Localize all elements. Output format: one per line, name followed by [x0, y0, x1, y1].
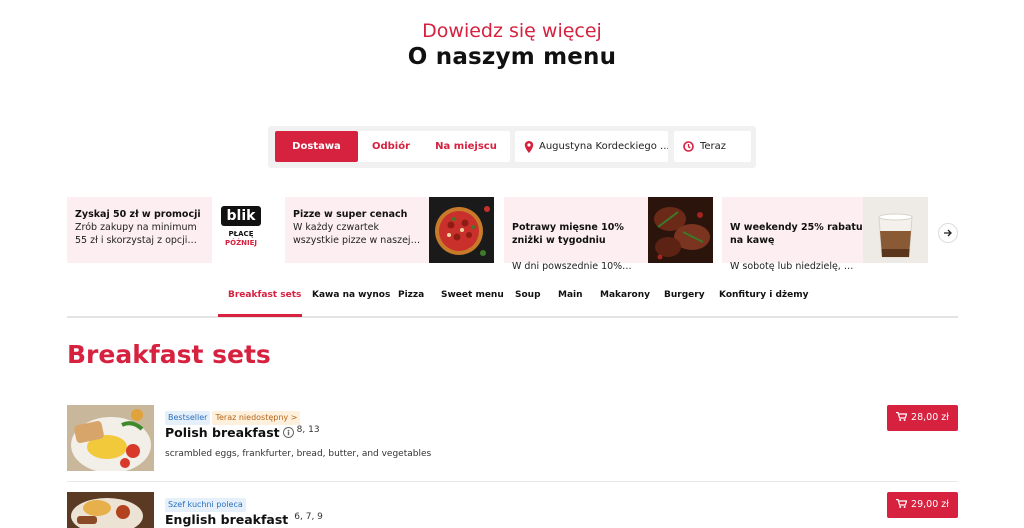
pizza-photo [429, 197, 494, 263]
dish-item[interactable]: Szef kuchni poleca English breakfast 6, 7… [67, 492, 958, 528]
promo-desc: Zrób zakupy na minimum 55 zł i skorzysta… [75, 222, 197, 246]
category-nav: Breakfast sets Kawa na wynos Pizza Sweet… [67, 284, 958, 318]
promo-card-blik[interactable]: Zyskaj 50 zł w promocji Zrób zakupy na m… [67, 197, 277, 263]
category-tab-makarony[interactable]: Makarony [600, 290, 650, 300]
promo-next-button[interactable] [938, 223, 958, 243]
dish-allergens: 6, 7, 9 [294, 512, 323, 522]
bestseller-badge: Bestseller [165, 411, 211, 425]
address-selector[interactable]: Augustyna Kordeckiego ... [515, 131, 668, 162]
promo-desc: W sobotę lub niedzielę, … [730, 261, 854, 272]
dish-description: scrambled eggs, frankfurter, bread, butt… [165, 449, 432, 459]
promo-card-coffee[interactable]: W weekendy 25% rabatu na kawę W sobotę l… [722, 197, 928, 272]
pizza-image [435, 206, 490, 256]
promo-title: Pizze w super cenach [293, 209, 408, 220]
dish-badges: Szef kuchni poleca [165, 492, 248, 512]
category-tab-sweet-menu[interactable]: Sweet menu [441, 290, 504, 300]
section-title: Breakfast sets [67, 340, 271, 369]
blik-logo: blik PŁACĘ PÓŹNIEJ [212, 197, 277, 263]
meat-image [654, 207, 710, 260]
category-tab-main[interactable]: Main [558, 290, 583, 300]
clock-icon [683, 141, 694, 152]
blik-logo-mark: blik [221, 206, 261, 226]
dish-photo [67, 405, 154, 471]
active-category-indicator [218, 314, 302, 317]
time-selector[interactable]: Teraz [674, 131, 751, 162]
dish-photo [67, 492, 154, 528]
category-tab-breakfast-sets[interactable]: Breakfast sets [228, 290, 301, 300]
promo-card-pizza[interactable]: Pizze w super cenach W każdy czwartek ws… [285, 197, 494, 263]
category-tab-konfitury[interactable]: Konfitury i dżemy [719, 290, 808, 300]
promo-title: Zyskaj 50 zł w promocji [75, 209, 201, 220]
promo-card-meat[interactable]: Potrawy mięsne 10% zniżki w tygodniu W d… [504, 197, 713, 272]
promo-desc: W każdy czwartek wszystkie pizze w nasze… [293, 222, 421, 246]
dish-name: Polish breakfast [165, 425, 280, 440]
mode-delivery-button[interactable]: Dostawa [275, 131, 358, 162]
dish-price: 28,00 zł [911, 412, 949, 423]
promo-title: Potrawy mięsne 10% zniżki w tygodniu [512, 222, 624, 246]
category-tab-kawa-na-wynos[interactable]: Kawa na wynos [312, 290, 390, 300]
time-value: Teraz [700, 141, 727, 152]
category-tab-pizza[interactable]: Pizza [398, 290, 424, 300]
add-to-cart-button[interactable]: 29,00 zł [887, 492, 958, 518]
dish-name: English breakfast [165, 512, 289, 527]
english-breakfast-image [67, 492, 154, 528]
chef-recommends-badge: Szef kuchni poleca [165, 498, 246, 512]
category-tab-burgery[interactable]: Burgery [664, 290, 705, 300]
promo-desc: W dni powszednie 10%… [512, 261, 632, 272]
cart-icon [896, 499, 908, 508]
coffee-photo [863, 197, 928, 263]
section-eyebrow: Dowiedz się więcej [422, 20, 602, 42]
dish-price: 29,00 zł [911, 499, 949, 510]
polish-breakfast-image [67, 405, 154, 471]
order-mode-group: Dostawa Odbiór Na miejscu [275, 131, 510, 162]
coffee-image [878, 213, 913, 258]
blik-logo-line1: PŁACĘ [228, 230, 254, 238]
cart-icon [896, 412, 908, 421]
info-icon[interactable] [282, 427, 294, 438]
order-options-bar: Dostawa Odbiór Na miejscu Augustyna Kord… [268, 126, 756, 168]
add-to-cart-button[interactable]: 28,00 zł [887, 405, 958, 431]
dish-item[interactable]: Bestseller Teraz niedostępny > Polish bre… [67, 405, 958, 475]
promo-title: W weekendy 25% rabatu na kawę [730, 222, 863, 246]
blik-logo-line2: PÓŹNIEJ [224, 239, 257, 247]
address-value: Augustyna Kordeckiego ... [539, 141, 668, 152]
unavailable-badge[interactable]: Teraz niedostępny > [212, 411, 301, 425]
dish-divider [67, 481, 958, 482]
category-tab-soup[interactable]: Soup [515, 290, 541, 300]
page-title: O naszym menu [407, 44, 617, 70]
arrow-right-icon [944, 229, 952, 237]
dish-allergens: 8, 13 [296, 425, 320, 435]
location-pin-icon [524, 141, 534, 153]
dish-badges: Bestseller Teraz niedostępny > [165, 405, 302, 425]
mode-pickup-button[interactable]: Odbiór [360, 131, 422, 162]
meat-photo [648, 197, 713, 263]
mode-dine-in-button[interactable]: Na miejscu [425, 131, 507, 162]
